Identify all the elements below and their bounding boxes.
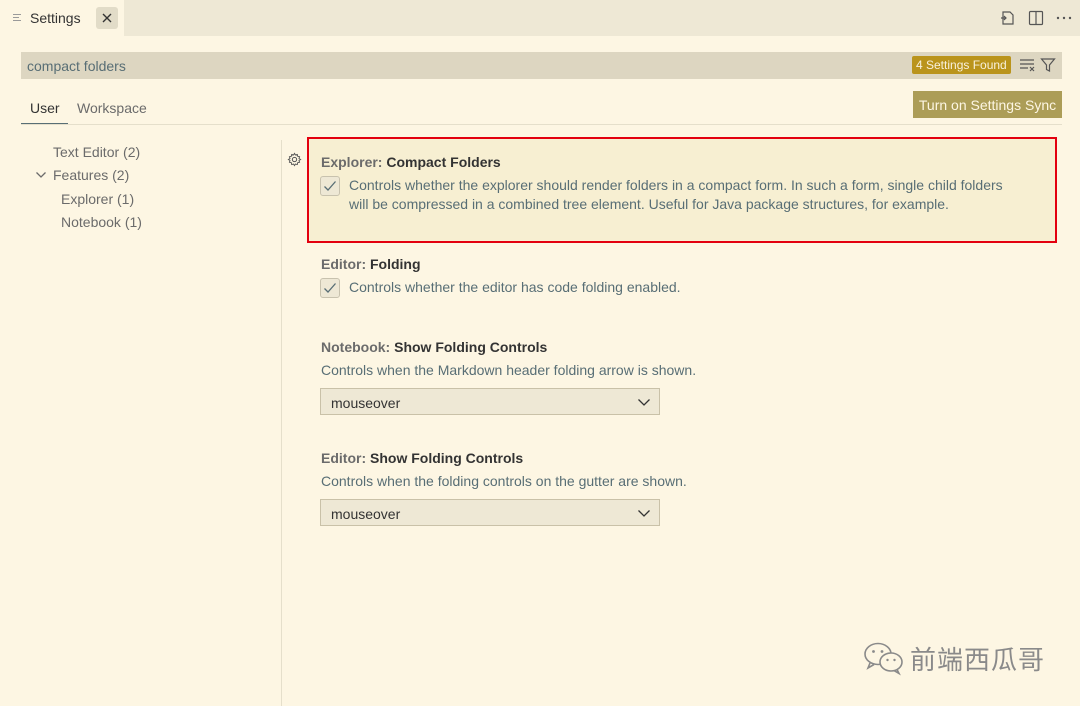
setting-title-editor-folding-controls: Editor: Show Folding Controls bbox=[321, 450, 523, 466]
open-settings-json-icon[interactable] bbox=[999, 9, 1017, 27]
setting-description-line: will be compressed in a combined tree el… bbox=[349, 196, 949, 212]
close-tab-button[interactable] bbox=[96, 7, 118, 29]
close-icon bbox=[102, 13, 112, 23]
filter-icon[interactable] bbox=[1040, 57, 1056, 73]
setting-name: Show Folding Controls bbox=[370, 450, 524, 466]
settings-file-icon bbox=[13, 14, 21, 21]
select-value: mouseover bbox=[331, 395, 401, 411]
tab-title: Settings bbox=[30, 10, 81, 26]
turn-on-settings-sync-button[interactable]: Turn on Settings Sync bbox=[913, 91, 1062, 118]
settings-found-badge: 4 Settings Found bbox=[912, 56, 1011, 74]
checkmark-icon bbox=[324, 181, 336, 191]
setting-name: Folding bbox=[370, 256, 421, 272]
setting-description: Controls whether the editor has code fol… bbox=[349, 279, 681, 295]
folding-checkbox[interactable] bbox=[320, 278, 340, 298]
toc-item-text-editor[interactable]: Text Editor (2) bbox=[53, 144, 140, 160]
editor-folding-controls-select[interactable]: mouseover bbox=[320, 499, 660, 526]
wechat-icon bbox=[864, 642, 903, 676]
setting-description: Controls whether the explorer should ren… bbox=[349, 176, 1003, 214]
tab-user[interactable]: User bbox=[30, 100, 60, 116]
toc-item-features[interactable]: Features (2) bbox=[53, 167, 129, 183]
setting-description-line: Controls whether the explorer should ren… bbox=[349, 177, 1003, 193]
setting-category: Notebook: bbox=[321, 339, 395, 355]
chevron-down-icon[interactable] bbox=[35, 170, 47, 180]
split-editor-icon[interactable] bbox=[1027, 9, 1045, 27]
watermark: 前端西瓜哥 bbox=[862, 640, 1045, 676]
setting-title-folding: Editor: Folding bbox=[321, 256, 421, 272]
select-value: mouseover bbox=[331, 506, 401, 522]
setting-title-notebook-folding-controls: Notebook: Show Folding Controls bbox=[321, 339, 547, 355]
search-value: compact folders bbox=[27, 58, 126, 74]
more-actions-icon[interactable] bbox=[1055, 9, 1073, 27]
setting-title-compact-folders: Explorer: Compact Folders bbox=[321, 154, 501, 170]
chevron-down-icon bbox=[638, 399, 650, 406]
settings-tab[interactable]: Settings bbox=[0, 0, 124, 36]
setting-category: Editor: bbox=[321, 256, 370, 272]
toc-divider bbox=[281, 140, 282, 706]
tab-workspace[interactable]: Workspace bbox=[77, 100, 147, 116]
checkmark-icon bbox=[324, 283, 336, 293]
setting-description: Controls when the folding controls on th… bbox=[321, 473, 687, 489]
settings-search-input[interactable]: compact folders 4 Settings Found bbox=[21, 52, 1062, 79]
scope-divider bbox=[21, 124, 1062, 125]
toc-item-explorer[interactable]: Explorer (1) bbox=[61, 191, 134, 207]
setting-category: Editor: bbox=[321, 450, 370, 466]
setting-description: Controls when the Markdown header foldin… bbox=[321, 362, 697, 378]
notebook-folding-controls-select[interactable]: mouseover bbox=[320, 388, 660, 415]
chevron-down-icon bbox=[638, 510, 650, 517]
watermark-text: 前端西瓜哥 bbox=[910, 644, 1046, 675]
setting-name: Compact Folders bbox=[386, 154, 501, 170]
setting-category: Explorer: bbox=[321, 154, 387, 170]
toc-item-notebook[interactable]: Notebook (1) bbox=[61, 214, 142, 230]
tab-bar: Settings bbox=[0, 0, 1080, 36]
clear-filter-icon[interactable] bbox=[1019, 58, 1035, 72]
setting-name: Show Folding Controls bbox=[394, 339, 548, 355]
active-tab-underline bbox=[21, 123, 68, 124]
gear-icon[interactable] bbox=[287, 152, 302, 167]
compact-folders-checkbox[interactable] bbox=[320, 176, 340, 196]
